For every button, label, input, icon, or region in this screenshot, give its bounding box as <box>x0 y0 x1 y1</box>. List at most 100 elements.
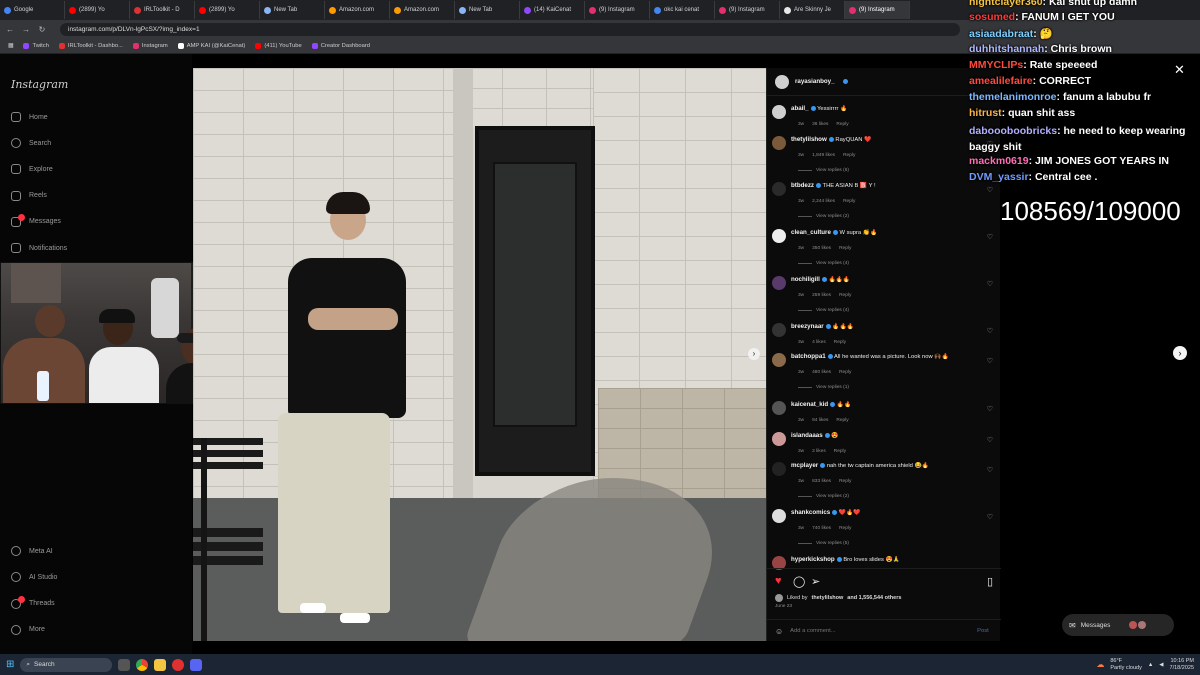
liked-by[interactable]: Liked by thetylilshow and 1,556,544 othe… <box>775 594 901 602</box>
share-icon[interactable]: ➢ <box>811 575 820 588</box>
comment-likes[interactable]: 36 likes <box>812 122 828 127</box>
windows-start-icon[interactable]: ⊞ <box>6 659 14 670</box>
commenter-username[interactable]: batchoppa1 <box>791 353 826 360</box>
author-username[interactable]: rayasianboy_ <box>795 78 835 85</box>
comment-likes[interactable]: 2,244 likes <box>812 199 835 204</box>
forward-icon[interactable]: → <box>22 25 30 34</box>
taskbar-search[interactable]: ⌕ Search <box>20 657 113 672</box>
view-replies-link[interactable]: View replies (5) <box>798 541 998 546</box>
sidebar-item-threads[interactable]: Threads <box>11 595 55 609</box>
browser-tab[interactable]: Google <box>0 1 65 19</box>
commenter-avatar[interactable] <box>772 353 786 367</box>
instagram-logo[interactable]: Instagram <box>11 78 68 91</box>
comment-like-heart-icon[interactable]: ♡ <box>987 405 993 413</box>
back-icon[interactable]: ← <box>6 25 14 34</box>
comment-likes[interactable]: 1,849 likes <box>812 153 835 158</box>
chat-username[interactable]: themelanimonroe <box>969 91 1057 103</box>
bookmark-item[interactable]: (411) YouTube <box>255 42 302 49</box>
carousel-next-icon[interactable]: › <box>748 348 760 360</box>
commenter-username[interactable]: islandaaas <box>791 432 823 439</box>
reply-button[interactable]: Reply <box>839 246 851 251</box>
browser-tab[interactable]: (2899) Yo <box>195 1 260 19</box>
volume-icon[interactable]: ◀ <box>1159 662 1163 668</box>
chat-username[interactable]: asiaadabraat <box>969 28 1033 40</box>
commenter-username[interactable]: clean_culture <box>791 229 831 236</box>
comment-likes[interactable]: 2 likes <box>812 449 826 454</box>
post-photo[interactable] <box>193 68 766 641</box>
chat-username[interactable]: nightclayer360 <box>969 0 1043 8</box>
commenter-avatar[interactable] <box>772 276 786 290</box>
next-post-icon[interactable]: › <box>1173 346 1187 360</box>
author-avatar[interactable] <box>775 74 789 89</box>
browser-tab[interactable]: (9) Instagram <box>845 1 910 19</box>
browser-tab[interactable]: Amazon.com <box>390 1 455 19</box>
messages-chip[interactable]: ✉ Messages <box>1062 614 1174 636</box>
post-comment-button[interactable]: Post <box>977 628 989 634</box>
view-replies-link[interactable]: View replies (2) <box>798 494 998 499</box>
commenter-username[interactable]: shankcomics <box>791 509 830 516</box>
url-field[interactable]: instagram.com/p/DLVn-lgPcSX/?img_index=1 <box>60 22 960 36</box>
view-replies-link[interactable]: View replies (4) <box>798 308 998 313</box>
comment-likes[interactable]: 350 likes <box>812 246 831 251</box>
commenter-username[interactable]: kaicenat_kid <box>791 401 828 408</box>
clock[interactable]: 10:16 PM 7/18/2025 <box>1170 658 1194 672</box>
sidebar-item-notifications[interactable]: Notifications <box>11 243 67 253</box>
bookmark-item[interactable]: Instagram <box>132 42 168 49</box>
file-explorer-icon[interactable] <box>154 658 167 671</box>
browser-tab[interactable]: (2899) Yo <box>65 1 130 19</box>
commenter-username[interactable]: breezynaar <box>791 323 824 330</box>
commenter-avatar[interactable] <box>772 229 786 243</box>
sidebar-item-more[interactable]: More <box>11 624 45 635</box>
reply-button[interactable]: Reply <box>839 479 851 484</box>
commenter-username[interactable]: thetylilshow <box>791 136 827 143</box>
bookmark-item[interactable]: IRLToolkit - Dashbo... <box>58 42 123 49</box>
sidebar-item-messages[interactable]: Messages <box>11 213 61 227</box>
reply-button[interactable]: Reply <box>839 370 851 375</box>
comment-likes[interactable]: 480 likes <box>812 370 831 375</box>
commenter-avatar[interactable] <box>772 509 786 523</box>
sidebar-item-ai-studio[interactable]: AI Studio <box>11 572 57 583</box>
reply-button[interactable]: Reply <box>834 340 846 345</box>
comment-like-heart-icon[interactable]: ♡ <box>987 466 993 474</box>
reply-button[interactable]: Reply <box>834 449 846 454</box>
commenter-avatar[interactable] <box>772 105 786 119</box>
chat-username[interactable]: MMYCLIPs <box>969 59 1023 71</box>
comment-likes[interactable]: 84 likes <box>812 418 828 423</box>
sidebar-item-meta-ai[interactable]: Meta AI <box>11 546 53 556</box>
commenter-avatar[interactable] <box>772 432 786 446</box>
sidebar-item-home[interactable]: Home <box>11 112 48 122</box>
commenter-avatar[interactable] <box>772 182 786 196</box>
apps-grid-icon[interactable]: ▦ <box>8 43 13 49</box>
view-replies-link[interactable]: View replies (1) <box>798 385 998 390</box>
commenter-avatar[interactable] <box>772 401 786 415</box>
commenter-avatar[interactable] <box>772 462 786 476</box>
chat-username[interactable]: daboooboobricks <box>969 125 1057 137</box>
save-bookmark-icon[interactable]: ▯ <box>987 575 993 588</box>
comment-likes[interactable]: 259 likes <box>812 293 831 298</box>
commenter-username[interactable]: hyperkickshop <box>791 556 835 563</box>
comment-like-heart-icon[interactable]: ♡ <box>987 327 993 335</box>
chat-username[interactable]: mackm0619 <box>969 155 1029 167</box>
chat-username[interactable]: sosumed <box>969 11 1015 23</box>
browser-tab[interactable]: (9) Instagram <box>585 1 650 19</box>
discord-icon[interactable] <box>190 658 203 671</box>
browser-tab[interactable]: (9) Instagram <box>715 1 780 19</box>
reply-button[interactable]: Reply <box>839 293 851 298</box>
reload-icon[interactable]: ↻ <box>38 25 46 34</box>
commenter-username[interactable]: mcplayer <box>791 462 818 469</box>
bookmark-item[interactable]: Creator Dashboard <box>311 42 370 49</box>
sidebar-item-explore[interactable]: Explore <box>11 164 53 175</box>
comment-like-heart-icon[interactable]: ♡ <box>987 233 993 241</box>
chat-username[interactable]: amealilefaire <box>969 75 1033 87</box>
browser-tab[interactable]: (14) KaiCenat <box>520 1 585 19</box>
bookmark-item[interactable]: Twitch <box>23 42 49 49</box>
comment-like-heart-icon[interactable]: ♡ <box>987 436 993 444</box>
chat-username[interactable]: hitrust <box>969 107 1002 119</box>
like-heart-icon[interactable]: ♥ <box>775 575 782 587</box>
chat-username[interactable]: DVM_yassir <box>969 171 1029 183</box>
chat-username[interactable]: duhhitshannah <box>969 43 1044 55</box>
comment-likes[interactable]: 740 likes <box>812 526 831 531</box>
wifi-icon[interactable]: ▲ <box>1148 662 1153 668</box>
task-view-icon[interactable] <box>118 658 131 671</box>
chrome-icon[interactable] <box>136 658 149 671</box>
